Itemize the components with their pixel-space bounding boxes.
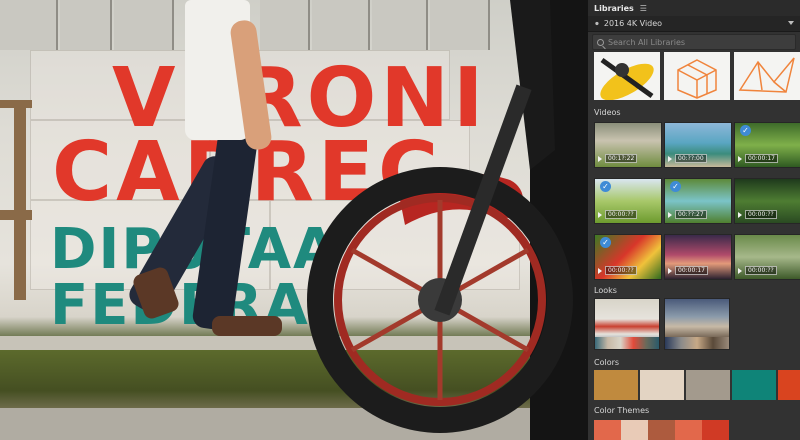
libraries-panel: Libraries ☰ ⚫ 2016 4K Video Search All L… (588, 0, 800, 440)
wooden-post (14, 100, 26, 300)
wooden-post (0, 210, 32, 220)
video-duration: 00:??:27 (675, 210, 707, 219)
wood-plank (114, 0, 174, 50)
color-theme-swatch[interactable] (594, 420, 621, 440)
video-info-bar: 00:00:?? (735, 266, 800, 275)
origami-bird-icon (738, 57, 795, 93)
video-duration: 00:00:?? (605, 210, 637, 219)
color-swatch[interactable] (732, 370, 776, 400)
video-info-bar: 00:00:?? (735, 210, 800, 219)
video-duration: 00:00:?? (605, 266, 637, 275)
color-theme-swatch[interactable] (648, 420, 675, 440)
check-icon[interactable]: ✓ (740, 125, 751, 136)
video-info-bar: 00:00:17 (735, 154, 800, 163)
check-icon[interactable]: ✓ (670, 181, 681, 192)
cube-icon (677, 59, 717, 99)
video-info-bar: 00:00:?? (595, 266, 661, 275)
play-icon[interactable] (668, 211, 672, 218)
check-icon[interactable]: ✓ (600, 237, 611, 248)
video-thumbnail[interactable]: 00:00:17 (664, 234, 732, 280)
play-icon[interactable] (738, 267, 742, 274)
library-dropdown[interactable]: ⚫ 2016 4K Video (588, 16, 800, 32)
video-duration: 00:00:17 (675, 266, 708, 275)
play-icon[interactable] (738, 155, 742, 162)
search-box (592, 34, 796, 50)
video-duration: 00:??:00 (675, 154, 707, 163)
library-dropdown-label: 2016 4K Video (603, 19, 663, 28)
video-duration: 00:00:17 (745, 154, 778, 163)
check-icon[interactable]: ✓ (600, 181, 611, 192)
video-thumbnail[interactable]: 00:00:?? (734, 178, 800, 224)
person-shoe (212, 316, 282, 336)
play-icon[interactable] (598, 211, 602, 218)
color-swatch[interactable] (594, 370, 638, 400)
video-thumbnail[interactable]: ✓ 00:00:?? (594, 178, 662, 224)
color-swatch[interactable] (778, 370, 800, 400)
look-thumbnail[interactable] (594, 298, 660, 350)
video-duration: 00:00:?? (745, 210, 777, 219)
looks-section-label: Looks (594, 286, 617, 295)
chevron-down-icon (788, 21, 794, 25)
videos-section-label: Videos (594, 108, 621, 117)
video-preview[interactable]: VERONI CARREC DIPUTAA FEDERA (0, 0, 588, 440)
cube-graphic[interactable] (664, 52, 730, 100)
panel-header: Libraries ☰ (588, 0, 800, 16)
app-window: VERONI CARREC DIPUTAA FEDERA (0, 0, 800, 440)
play-icon[interactable] (668, 267, 672, 274)
color-theme-swatch[interactable] (675, 420, 702, 440)
color-swatch[interactable] (686, 370, 730, 400)
kayak-icon (600, 57, 654, 100)
play-icon[interactable] (668, 155, 672, 162)
color-theme-swatch[interactable] (621, 420, 648, 440)
play-icon[interactable] (598, 267, 602, 274)
hamburger-icon[interactable]: ☰ (640, 4, 647, 13)
wood-plank (0, 0, 58, 50)
video-duration: 00:1?:22 (605, 154, 638, 163)
video-info-bar: 00:1?:22 (595, 154, 661, 163)
video-info-bar: 00:??:27 (665, 210, 731, 219)
color-swatch[interactable] (640, 370, 684, 400)
play-icon[interactable] (738, 211, 742, 218)
video-thumbnail[interactable]: 00:00:?? (734, 234, 800, 280)
video-info-bar: 00:00:?? (595, 210, 661, 219)
video-thumbnail[interactable]: ✓ 00:??:27 (664, 178, 732, 224)
wood-plank (60, 0, 112, 50)
video-thumbnail[interactable]: ✓ 00:00:17 (734, 122, 800, 168)
video-info-bar: 00:00:17 (665, 266, 731, 275)
color-theme-swatch[interactable] (702, 420, 729, 440)
video-thumbnail[interactable]: 00:??:00 (664, 122, 732, 168)
play-icon[interactable] (598, 155, 602, 162)
kayak-graphic[interactable] (594, 52, 660, 100)
video-duration: 00:00:?? (745, 266, 777, 275)
look-thumbnail[interactable] (664, 298, 730, 350)
colors-section-label: Colors (594, 358, 620, 367)
video-info-bar: 00:??:00 (665, 154, 731, 163)
motorcycle (307, 0, 588, 440)
video-thumbnail[interactable]: ✓ 00:00:?? (594, 234, 662, 280)
color-themes-section-label: Color Themes (594, 406, 650, 415)
search-icon (597, 38, 604, 46)
panel-title: Libraries (594, 3, 634, 13)
look-color-strip (595, 337, 659, 349)
origami-bird-graphic[interactable] (734, 52, 800, 100)
video-thumbnail[interactable]: 00:1?:22 (594, 122, 662, 168)
look-color-strip (665, 337, 729, 349)
search-input[interactable] (608, 37, 788, 47)
library-icon: ⚫ (594, 19, 600, 28)
graphics-row (588, 52, 800, 100)
